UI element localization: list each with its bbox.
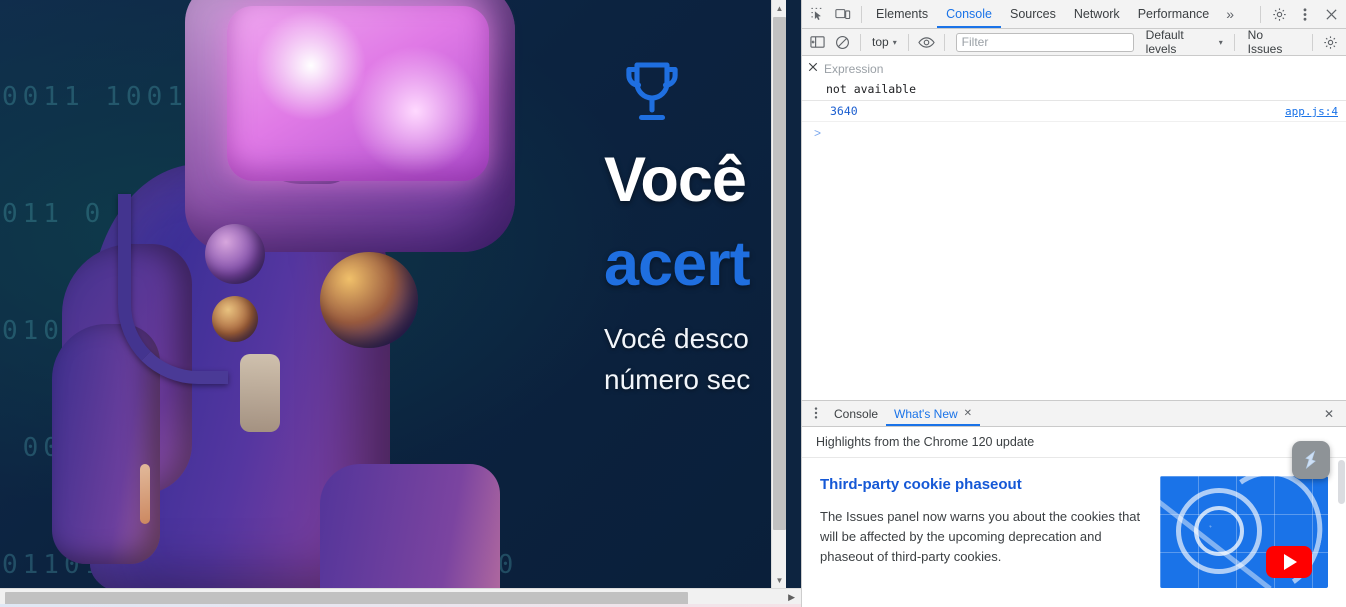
log-levels-selector[interactable]: Default levels ▾ [1140, 28, 1229, 56]
tab-elements[interactable]: Elements [867, 0, 937, 28]
tab-network[interactable]: Network [1065, 0, 1129, 28]
page-title-accent: acert [604, 229, 751, 300]
astronaut-hip-joint [320, 252, 418, 348]
toolbar-divider [861, 5, 862, 23]
chevron-down-icon: ▾ [1218, 37, 1223, 47]
more-options-icon[interactable] [1292, 1, 1318, 27]
console-toolbar: top ▾ Default levels ▾ No Issues [802, 28, 1346, 56]
chrome-devtools-video-thumbnail[interactable] [1160, 476, 1328, 588]
trophy-icon [626, 62, 678, 121]
live-expression-row[interactable]: Expression not available [802, 56, 1346, 101]
drawer-tab-label: What's New [894, 406, 958, 421]
scroll-down-arrow-icon[interactable]: ▼ [772, 572, 786, 588]
drawer-more-options-icon[interactable] [806, 406, 826, 422]
console-log-value: 3640 [830, 104, 858, 118]
gear-icon[interactable] [1266, 1, 1292, 27]
filter-input[interactable] [955, 32, 1134, 52]
execution-context-label: top [872, 35, 889, 49]
astronaut-knob [205, 224, 265, 284]
live-expression-value: not available [826, 82, 917, 96]
live-expression-body: Expression not available [824, 62, 1346, 96]
console-log-source-link[interactable]: app.js:4 [1285, 105, 1338, 118]
astronaut-light-strip [140, 464, 150, 524]
vertical-scrollbar-thumb[interactable] [773, 17, 786, 530]
thumbnail-inner-ring [1194, 506, 1244, 556]
toolbar-divider [907, 33, 909, 51]
browser-page-viewport: 0011 1001 0 1 0 011 0 10100001 0 1 01001… [0, 0, 801, 607]
astronaut-illustration [0, 0, 515, 588]
inspect-element-icon[interactable] [804, 1, 830, 27]
log-levels-label: Default levels [1145, 28, 1184, 56]
close-icon[interactable]: ✕ [964, 408, 972, 419]
whats-new-subtitle: Highlights from the Chrome 120 update [802, 427, 1346, 458]
chevron-down-icon: ▾ [892, 37, 897, 47]
console-prompt[interactable]: > [802, 122, 1346, 144]
console-sidebar-icon[interactable] [805, 29, 830, 55]
whats-new-text: Third-party cookie phaseout The Issues p… [820, 476, 1146, 588]
whats-new-article-body: The Issues panel now warns you about the… [820, 509, 1141, 565]
clear-console-icon[interactable] [830, 29, 855, 55]
toolbar-divider [943, 33, 945, 51]
close-icon[interactable] [1318, 1, 1344, 27]
page-subtitle-line1: Você desco [604, 323, 749, 355]
scroll-right-arrow-icon[interactable]: ▶ [788, 592, 795, 603]
console-messages-area: Expression not available 3640 app.js:4 > [802, 56, 1346, 400]
drawer-tab-whats-new[interactable]: What's New ✕ [886, 401, 980, 426]
play-triangle-icon [1284, 554, 1297, 570]
more-tabs-icon[interactable]: » [1218, 6, 1241, 22]
page-subtitle-line2: número sec [604, 363, 751, 395]
page-title: Você [604, 145, 747, 215]
floating-action-button[interactable] [1292, 441, 1330, 479]
devtools-drawer: Console What's New ✕ ✕ Highlights from t… [802, 400, 1346, 607]
devtools-panel: Elements Console Sources Network Perform… [801, 0, 1346, 607]
device-toolbar-icon[interactable] [830, 1, 856, 27]
drawer-scrollbar-thumb[interactable] [1338, 460, 1345, 504]
execution-context-selector[interactable]: top ▾ [866, 32, 903, 53]
screen: 0011 1001 0 1 0 011 0 10100001 0 1 01001… [0, 0, 1346, 607]
astronaut-leg [320, 464, 500, 588]
astronaut-chest-panel [240, 354, 280, 432]
tab-performance[interactable]: Performance [1129, 0, 1219, 28]
toolbar-divider [1233, 33, 1235, 51]
toolbar-divider [1260, 5, 1261, 23]
lightning-s-icon [1305, 450, 1316, 469]
astronaut-knob-small [212, 296, 258, 342]
tab-sources[interactable]: Sources [1001, 0, 1065, 28]
whats-new-article-title[interactable]: Third-party cookie phaseout [820, 476, 1146, 493]
live-expression-placeholder: Expression [824, 62, 884, 76]
drawer-vertical-scrollbar[interactable] [1336, 458, 1346, 607]
page-vertical-scrollbar[interactable]: ▲ ▼ [771, 0, 786, 588]
console-settings-gear-icon[interactable] [1318, 29, 1343, 55]
whats-new-content: Third-party cookie phaseout The Issues p… [802, 458, 1346, 607]
page-content: 0011 1001 0 1 0 011 0 10100001 0 1 01001… [0, 0, 786, 588]
scroll-up-arrow-icon[interactable]: ▲ [772, 0, 786, 16]
whats-new-article[interactable]: Third-party cookie phaseout The Issues p… [820, 476, 1328, 588]
drawer-close-icon[interactable]: ✕ [1316, 407, 1342, 421]
console-log-row[interactable]: 3640 app.js:4 [802, 101, 1346, 122]
issues-status[interactable]: No Issues [1240, 28, 1307, 56]
toolbar-divider [860, 33, 861, 51]
live-expression-eye-icon[interactable] [914, 29, 939, 55]
close-icon[interactable] [808, 62, 824, 76]
youtube-play-icon[interactable] [1266, 546, 1312, 578]
toolbar-divider [1312, 33, 1313, 51]
tab-console[interactable]: Console [937, 0, 1001, 28]
prompt-caret-icon: > [814, 126, 822, 140]
astronaut-helmet [185, 0, 515, 252]
drawer-tab-console[interactable]: Console [826, 401, 886, 426]
drawer-tabbar: Console What's New ✕ ✕ [802, 401, 1346, 427]
astronaut-visor [227, 6, 489, 181]
devtools-main-toolbar: Elements Console Sources Network Perform… [802, 0, 1346, 29]
hero-column: Você acert Você desco número sec [604, 56, 786, 399]
